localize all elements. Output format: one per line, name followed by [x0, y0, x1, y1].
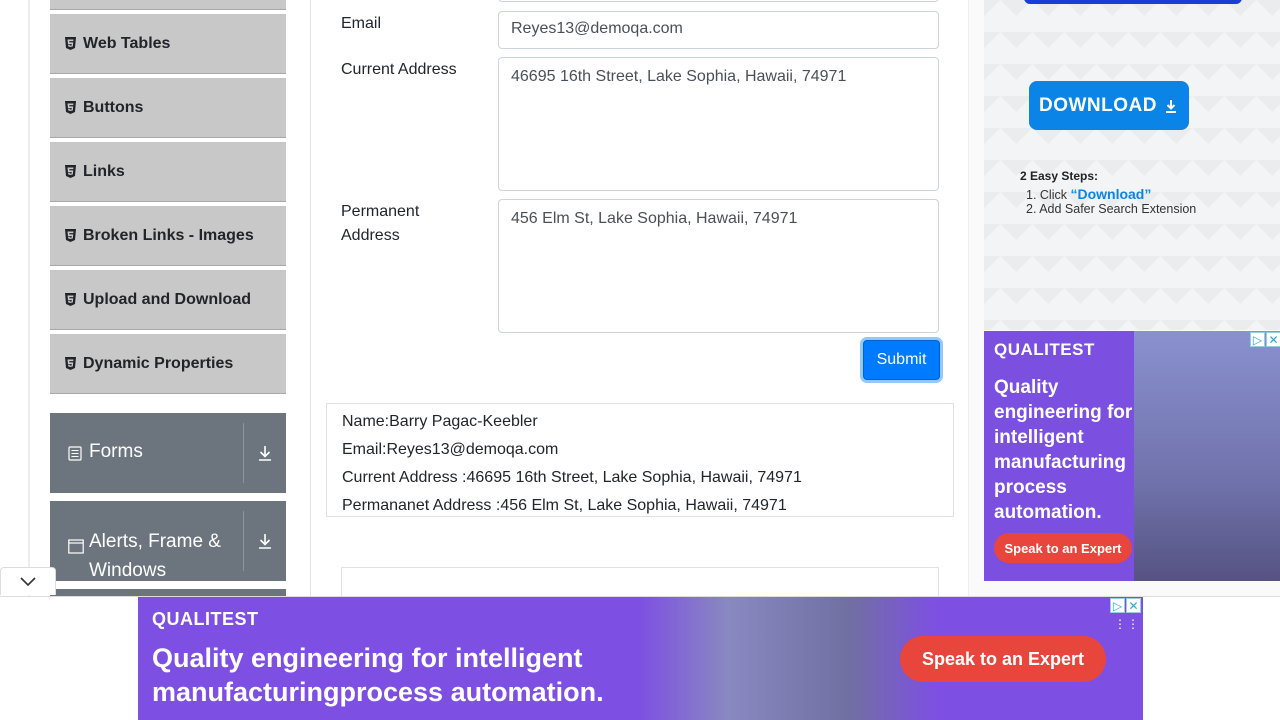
ad-step-2: 2. Add Safer Search Extension: [1026, 202, 1197, 216]
window-icon: [68, 534, 84, 554]
adchoices-icon[interactable]: ▷: [1110, 598, 1125, 613]
email-label: Email: [341, 15, 382, 32]
adchoices-icon[interactable]: ▷: [1250, 332, 1265, 347]
download-icon[interactable]: [244, 501, 286, 581]
html5-icon: [64, 293, 77, 307]
chevron-down-icon: [20, 576, 36, 587]
ad-step-1-link[interactable]: “Download”: [1070, 186, 1151, 202]
grid-dots-icon: ⋮⋮⋮: [1114, 617, 1143, 631]
sidebar-item-label: Buttons: [83, 98, 144, 116]
ad-step-1: 1. Click “Download”: [1026, 186, 1151, 202]
sidebar-item-links[interactable]: Links: [50, 142, 286, 202]
html5-icon: [64, 37, 77, 51]
ad-qualitest-bottom[interactable]: QUALITEST Quality engineering for intell…: [138, 597, 1143, 720]
sidebar-group-alerts[interactable]: Alerts, Frame & Windows: [50, 501, 286, 581]
html5-icon: [64, 229, 77, 243]
sidebar-item-broken-links[interactable]: Broken Links - Images: [50, 206, 286, 266]
output-panel: Name:Barry Pagac-Keebler Email:Reyes13@d…: [326, 403, 954, 517]
sidebar-divider: [310, 0, 311, 596]
ad-brand: QUALITEST: [994, 340, 1095, 359]
sidebar-item-label: Broken Links - Images: [83, 226, 254, 244]
sidebar-item-label: Dynamic Properties: [83, 354, 234, 372]
form-icon: [68, 445, 83, 461]
ad-photo: [1134, 331, 1280, 581]
download-icon: [1163, 98, 1179, 114]
left-gutter: [28, 0, 30, 596]
permanent-address-textarea[interactable]: 456 Elm St, Lake Sophia, Hawaii, 74971: [498, 199, 939, 333]
output-permanent-address: Permananet Address :456 Elm St, Lake Sop…: [342, 497, 787, 514]
download-icon[interactable]: [244, 413, 286, 493]
group-label: Forms: [89, 441, 143, 462]
close-icon[interactable]: ✕: [1126, 598, 1141, 613]
html5-icon: [64, 165, 77, 179]
html5-icon: [64, 357, 77, 371]
ad-download-banner[interactable]: [984, 0, 1280, 330]
lower-content-box: [341, 567, 939, 597]
ad-headline: Quality engineering for intelligent manu…: [994, 377, 1133, 523]
sidebar-item-label: Web Tables: [83, 34, 171, 52]
permanent-address-label: Permanent Address: [341, 203, 420, 244]
previous-field[interactable]: [498, 0, 939, 2]
output-current-address: Current Address :46695 16th Street, Lake…: [342, 469, 802, 486]
sidebar-item-label: Links: [83, 162, 125, 180]
output-name: Name:Barry Pagac-Keebler: [342, 413, 538, 430]
sidebar-item-web-tables[interactable]: Web Tables: [50, 14, 286, 74]
ad-headline-line1: Quality engineering for intelligent: [152, 643, 583, 673]
ad-download-button[interactable]: DOWNLOAD: [1029, 81, 1189, 130]
sidebar-item-dynamic-properties[interactable]: Dynamic Properties: [50, 334, 286, 394]
ad-top-button[interactable]: [1024, 0, 1242, 4]
sidebar: Web Tables Buttons Links Broken Links - …: [50, 0, 286, 599]
sidebar-item-buttons[interactable]: Buttons: [50, 78, 286, 138]
current-address-textarea[interactable]: 46695 16th Street, Lake Sophia, Hawaii, …: [498, 57, 939, 191]
sidebar-item-upload-download[interactable]: Upload and Download: [50, 270, 286, 330]
ad-cta-button[interactable]: Speak to an Expert: [994, 533, 1132, 563]
html5-icon: [64, 101, 77, 115]
ad-brand: QUALITEST: [152, 609, 259, 629]
ad-step-1-text: 1. Click: [1026, 188, 1067, 202]
ad-steps-title: 2 Easy Steps:: [1020, 169, 1099, 183]
output-email: Email:Reyes13@demoqa.com: [342, 441, 559, 458]
current-address-label: Current Address: [341, 61, 457, 78]
ad-headline: Quality engineering for intelligent manu…: [152, 641, 604, 709]
collapse-ad-toggle[interactable]: [0, 567, 56, 595]
ad-cta-button[interactable]: Speak to an Expert: [900, 636, 1106, 682]
ad-photo: [638, 597, 938, 720]
ad-download-label: DOWNLOAD: [1039, 94, 1157, 116]
close-icon[interactable]: ✕: [1266, 332, 1280, 347]
sidebar-item-label: Upload and Download: [83, 290, 251, 308]
email-field[interactable]: Reyes13@demoqa.com: [498, 11, 939, 49]
sidebar-group-forms[interactable]: Forms: [50, 413, 286, 493]
ad-qualitest-side[interactable]: QUALITEST Quality engineering for intell…: [984, 331, 1280, 581]
ad-headline-line2: manufacturingprocess automation.: [152, 677, 604, 707]
sidebar-item-previous[interactable]: [50, 0, 286, 10]
group-label: Alerts, Frame & Windows: [89, 531, 221, 581]
submit-button[interactable]: Submit: [863, 340, 940, 380]
